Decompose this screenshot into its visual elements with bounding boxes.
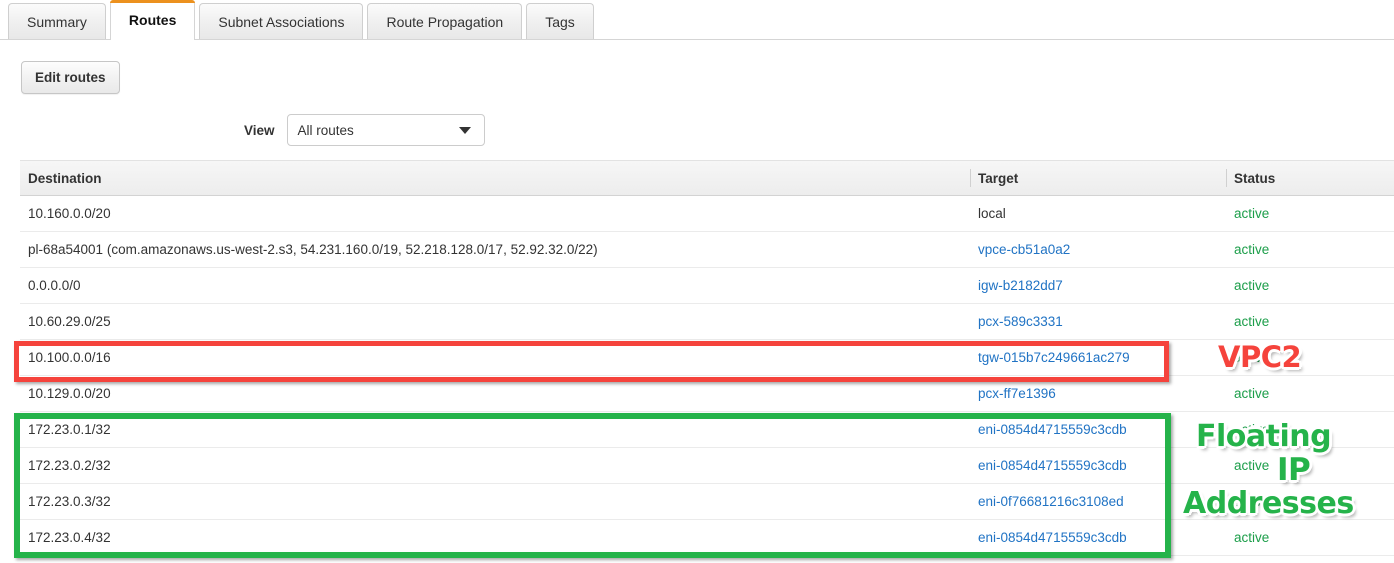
status-badge: active (1234, 530, 1270, 545)
tab-label: Summary (27, 13, 87, 30)
status-badge: active (1234, 422, 1270, 437)
table-row: 0.0.0.0/0 igw-b2182dd7 active (20, 268, 1394, 304)
status-badge: active (1234, 206, 1270, 221)
tab-label: Routes (128, 12, 177, 28)
routes-table-header: Destination Target Status (20, 160, 1394, 196)
cell-destination: 10.100.0.0/16 (28, 350, 111, 365)
tab-subnet-associations[interactable]: Subnet Associations (199, 3, 364, 39)
cell-destination: 0.0.0.0/0 (28, 278, 81, 293)
tab-label: Route Propagation (386, 13, 504, 30)
status-badge: active (1234, 458, 1270, 473)
view-filter-label: View (244, 122, 275, 138)
cell-target-link[interactable]: eni-0f76681216c3108ed (970, 484, 1226, 519)
table-row: 10.160.0.0/20 local active (20, 196, 1394, 232)
status-badge: active (1234, 242, 1270, 257)
tab-tags[interactable]: Tags (526, 3, 594, 39)
cell-destination: 172.23.0.1/32 (28, 422, 111, 437)
table-row: 172.23.0.2/32 eni-0854d4715559c3cdb active (20, 448, 1394, 484)
table-row: pl-68a54001 (com.amazonaws.us-west-2.s3,… (20, 232, 1394, 268)
tab-routes[interactable]: Routes (109, 0, 196, 40)
cell-destination: 10.160.0.0/20 (28, 206, 111, 221)
tab-bar: Summary Routes Subnet Associations Route Pr… (0, 0, 1394, 40)
edit-routes-button[interactable]: Edit routes (21, 61, 120, 94)
routes-table-body: 10.160.0.0/20 local active pl-68a54001 (com… (20, 196, 1394, 556)
table-row: 10.129.0.0/20 pcx-ff7e1396 active (20, 376, 1394, 412)
cell-target-link[interactable]: igw-b2182dd7 (970, 268, 1226, 303)
view-filter: View All routes (244, 114, 485, 146)
column-header-target[interactable]: Target (970, 161, 1226, 195)
column-header-destination[interactable]: Destination (20, 161, 970, 195)
cell-destination: 172.23.0.3/32 (28, 494, 111, 509)
table-row: 172.23.0.4/32 eni-0854d4715559c3cdb active (20, 520, 1394, 556)
routes-table: Destination Target Status 10.160.0.0/20 l… (20, 160, 1394, 556)
tab-label: Subnet Associations (218, 13, 345, 30)
cell-target-link[interactable]: pcx-589c3331 (970, 304, 1226, 339)
cell-destination: pl-68a54001 (com.amazonaws.us-west-2.s3,… (28, 242, 598, 257)
table-row: 10.60.29.0/25 pcx-589c3331 active (20, 304, 1394, 340)
status-badge: active (1234, 278, 1270, 293)
cell-target-link[interactable]: eni-0854d4715559c3cdb (970, 448, 1226, 483)
chevron-down-icon (458, 127, 471, 134)
tab-route-propagation[interactable]: Route Propagation (367, 3, 523, 39)
status-badge: active (1234, 494, 1270, 509)
cell-destination: 172.23.0.4/32 (28, 530, 111, 545)
view-filter-value: All routes (297, 122, 354, 138)
cell-target-link[interactable]: eni-0854d4715559c3cdb (970, 520, 1226, 555)
cell-target-link[interactable]: eni-0854d4715559c3cdb (970, 412, 1226, 447)
column-header-status[interactable]: Status (1226, 161, 1394, 195)
tab-summary[interactable]: Summary (8, 3, 106, 39)
status-badge: active (1234, 386, 1270, 401)
status-badge: active (1234, 350, 1270, 365)
cell-destination: 10.129.0.0/20 (28, 386, 111, 401)
cell-target-link[interactable]: vpce-cb51a0a2 (970, 232, 1226, 267)
view-filter-select[interactable]: All routes (286, 114, 485, 146)
cell-target-link[interactable]: pcx-ff7e1396 (970, 376, 1226, 411)
status-badge: active (1234, 314, 1270, 329)
cell-target: local (978, 206, 1006, 221)
tab-label: Tags (545, 13, 575, 30)
table-row: 172.23.0.1/32 eni-0854d4715559c3cdb active (20, 412, 1394, 448)
table-row: 10.100.0.0/16 tgw-015b7c249661ac279 active (20, 340, 1394, 376)
table-row: 172.23.0.3/32 eni-0f76681216c3108ed active (20, 484, 1394, 520)
cell-target-link[interactable]: tgw-015b7c249661ac279 (970, 340, 1226, 375)
cell-destination: 10.60.29.0/25 (28, 314, 111, 329)
vpc-route-table-screen: Summary Routes Subnet Associations Route Pr… (0, 0, 1394, 563)
cell-destination: 172.23.0.2/32 (28, 458, 111, 473)
